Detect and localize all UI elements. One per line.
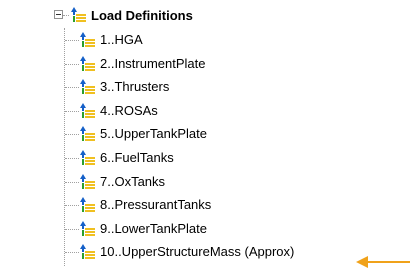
tree-item-label: 5..UpperTankPlate: [100, 126, 207, 142]
tree-item[interactable]: 9..LowerTankPlate: [0, 219, 360, 239]
tree-item[interactable]: 2..InstrumentPlate: [0, 54, 360, 74]
load-definition-icon: [80, 150, 95, 165]
tree-item[interactable]: 5..UpperTankPlate: [0, 124, 360, 144]
load-definition-icon: [80, 79, 95, 95]
load-definitions-tree: Load Definitions 1..HGA 2..InstrumentPlat…: [0, 0, 411, 279]
load-definition-icon: [80, 173, 95, 189]
tree-connector-line: [65, 134, 79, 136]
tree-connector-line: [65, 252, 79, 254]
left-arrow-icon: [356, 256, 410, 268]
collapse-toggle[interactable]: [54, 10, 63, 19]
load-definition-icon: [80, 220, 95, 236]
tree-item[interactable]: 10..UpperStructureMass (Approx): [0, 242, 360, 262]
tree-root-label: Load Definitions: [91, 8, 193, 23]
tree-root-load-definitions[interactable]: Load Definitions: [0, 6, 411, 26]
load-definition-icon: [80, 197, 95, 213]
tree-connector-line: [65, 63, 79, 65]
tree-item-label: 8..PressurantTanks: [100, 197, 212, 213]
tree-item-label: 4..ROSAs: [100, 102, 158, 118]
tree-item-label: 2..InstrumentPlate: [100, 55, 206, 71]
load-definition-icon: [80, 126, 95, 142]
tree-item-label: 10..UpperStructureMass (Approx): [100, 244, 295, 260]
tree-item-label: 1..HGA: [100, 32, 143, 47]
tree-item[interactable]: 8..PressurantTanks: [0, 195, 360, 215]
tree-connector-line: [65, 158, 79, 159]
tree-item[interactable]: 4..ROSAs: [0, 101, 360, 121]
tree-item[interactable]: 6..FuelTanks: [0, 148, 360, 168]
load-definition-icon: [80, 102, 95, 118]
tree-item-label: 9..LowerTankPlate: [100, 220, 207, 236]
tree-connector-line: [65, 40, 79, 41]
load-definition-icon: [80, 244, 95, 260]
load-definition-icon: [80, 32, 95, 47]
tree-connector-line: [65, 228, 79, 230]
tree-connector-line: [65, 87, 79, 89]
tree-item-label: 6..FuelTanks: [100, 150, 174, 165]
tree-item[interactable]: 7..OxTanks: [0, 172, 360, 192]
load-definition-icon: [71, 7, 86, 22]
load-definition-icon: [80, 55, 95, 71]
tree-connector-line: [65, 110, 79, 112]
tree-item-label: 3..Thrusters: [100, 79, 170, 95]
tree-item[interactable]: 3..Thrusters: [0, 77, 360, 97]
tree-item[interactable]: 1..HGA: [0, 30, 360, 50]
tree-connector-line: [65, 181, 79, 183]
tree-connector-line: [65, 205, 79, 207]
tree-item-label: 7..OxTanks: [100, 173, 166, 189]
